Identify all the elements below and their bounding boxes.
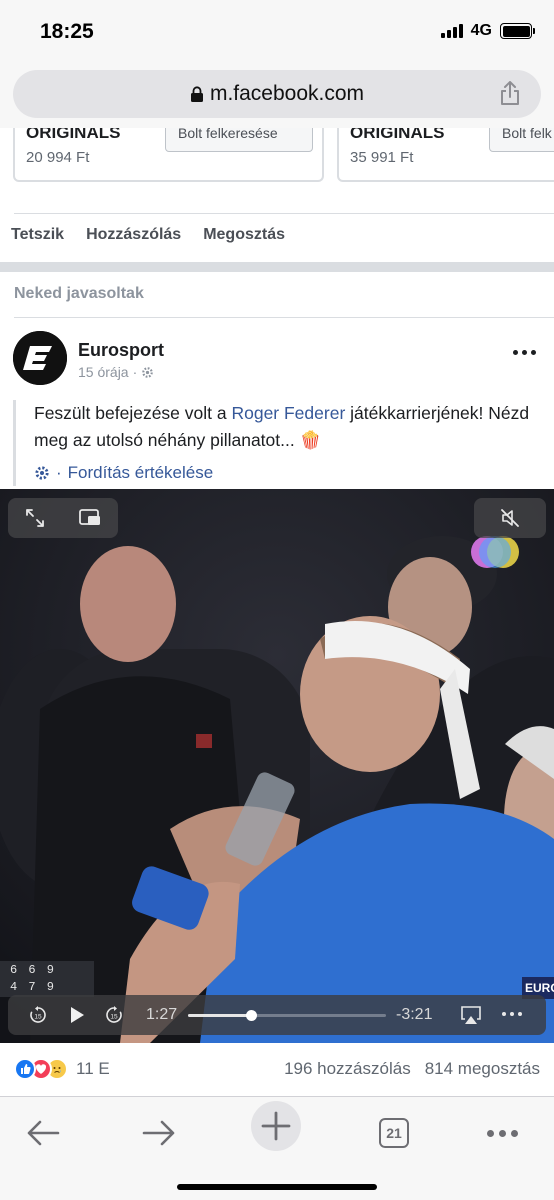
like-reaction-icon — [14, 1058, 36, 1080]
share-icon[interactable] — [499, 80, 521, 106]
product-name: ORIGINALS — [26, 128, 121, 142]
post-actions: Tetszik Hozzászólás Megosztás — [11, 226, 285, 244]
picture-in-picture-icon[interactable] — [78, 508, 102, 528]
current-time: 1:27 — [146, 1006, 178, 1023]
arrow-left-icon — [27, 1120, 60, 1146]
progress-fill — [188, 1014, 252, 1017]
status-time: 18:25 — [40, 20, 94, 43]
scoreboard-row: 6 6 9 — [10, 963, 57, 977]
lock-icon — [190, 86, 203, 102]
address-bar[interactable]: m.facebook.com — [13, 70, 541, 118]
product-price: 20 994 Ft — [26, 149, 90, 166]
play-icon[interactable] — [66, 1005, 86, 1025]
browser-toolbar: 21 — [0, 1096, 554, 1200]
arrow-right-icon — [142, 1120, 175, 1146]
product-name: ORIGINALS — [350, 128, 445, 142]
menu-button[interactable] — [476, 1107, 528, 1159]
divider — [14, 213, 554, 214]
section-separator — [0, 262, 554, 272]
skip-seconds-label: 15 — [110, 1014, 118, 1021]
post-text: Feszült befejezése volt a Roger Federer … — [13, 400, 543, 486]
mention-link[interactable]: Roger Federer — [231, 403, 345, 423]
url-text: m.facebook.com — [209, 82, 365, 105]
section-title: Neked javasoltak — [14, 285, 144, 302]
airplay-icon[interactable] — [460, 1005, 482, 1025]
signal-icon — [440, 24, 463, 38]
plus-icon — [261, 1111, 291, 1141]
product-carousel: ORIGINALS 20 994 Ft Bolt felkeresése ORI… — [0, 128, 554, 186]
like-button[interactable]: Tetszik — [11, 226, 64, 244]
product-price: 35 991 Ft — [350, 149, 414, 166]
share-count[interactable]: 814 megosztás — [425, 1059, 540, 1079]
share-button[interactable]: Megosztás — [203, 226, 285, 244]
visit-shop-button[interactable]: Bolt felkeresése — [165, 128, 313, 152]
post-author[interactable]: Eurosport — [78, 340, 164, 361]
video-player[interactable]: 6 6 9 4 7 9 EURO 15 15 1:27 — [0, 489, 554, 1043]
meta-separator: · — [132, 364, 138, 380]
comment-count[interactable]: 196 hozzászólás — [284, 1059, 411, 1079]
post-text-part: Feszült befejezése volt a — [34, 403, 232, 423]
home-indicator — [177, 1184, 377, 1190]
status-bar: 18:25 4G — [0, 0, 554, 62]
divider — [14, 317, 554, 318]
visit-shop-button[interactable]: Bolt felk — [489, 128, 554, 152]
skip-back-icon[interactable]: 15 — [28, 1005, 48, 1025]
post-stats: 196 hozzászólás 814 megosztás — [284, 1059, 540, 1079]
video-frame — [0, 489, 554, 1043]
browser-address-area: m.facebook.com — [0, 62, 554, 128]
more-icon — [486, 1129, 518, 1137]
back-button[interactable] — [17, 1107, 69, 1159]
rate-translation-link[interactable]: Fordítás értékelése — [68, 459, 214, 486]
eurosport-logo-icon — [13, 331, 67, 385]
meta-separator: · — [56, 463, 62, 482]
battery-icon — [500, 23, 535, 39]
fullscreen-icon[interactable] — [24, 507, 46, 529]
progress-knob[interactable] — [246, 1010, 258, 1021]
progress-slider[interactable] — [188, 1010, 386, 1021]
video-top-left-controls — [8, 498, 118, 538]
forward-button[interactable] — [133, 1107, 185, 1159]
skip-forward-icon[interactable]: 15 — [104, 1005, 124, 1025]
gear-icon — [142, 366, 154, 378]
tabs-button[interactable]: 21 — [368, 1107, 420, 1159]
reaction-summary[interactable]: 11 E — [14, 1058, 110, 1080]
post-time[interactable]: 15 órája — [78, 364, 129, 380]
status-indicators: 4G — [440, 22, 535, 40]
reaction-count: 11 E — [76, 1059, 110, 1078]
skip-seconds-label: 15 — [34, 1014, 42, 1021]
mute-control[interactable] — [474, 498, 546, 538]
product-card[interactable]: ORIGINALS 35 991 Ft Bolt felk — [337, 128, 554, 182]
scoreboard: 6 6 9 4 7 9 — [0, 961, 94, 997]
translation-row: · Fordítás értékelése — [34, 459, 543, 486]
post-meta: 15 órája · — [78, 364, 154, 380]
more-options-icon[interactable] — [513, 350, 536, 355]
muted-speaker-icon — [501, 509, 519, 527]
tabs-count: 21 — [379, 1118, 409, 1148]
network-type: 4G — [470, 22, 492, 39]
avatar[interactable] — [13, 331, 67, 385]
gear-icon — [35, 465, 49, 480]
video-more-icon[interactable] — [502, 1012, 522, 1016]
scoreboard-row: 4 7 9 — [10, 980, 57, 994]
comment-button[interactable]: Hozzászólás — [86, 226, 181, 244]
video-controls: 15 15 1:27 -3:21 — [8, 995, 546, 1035]
new-tab-button[interactable] — [251, 1101, 301, 1151]
product-card[interactable]: ORIGINALS 20 994 Ft Bolt felkeresése — [13, 128, 324, 182]
remaining-time: -3:21 — [396, 1006, 433, 1023]
